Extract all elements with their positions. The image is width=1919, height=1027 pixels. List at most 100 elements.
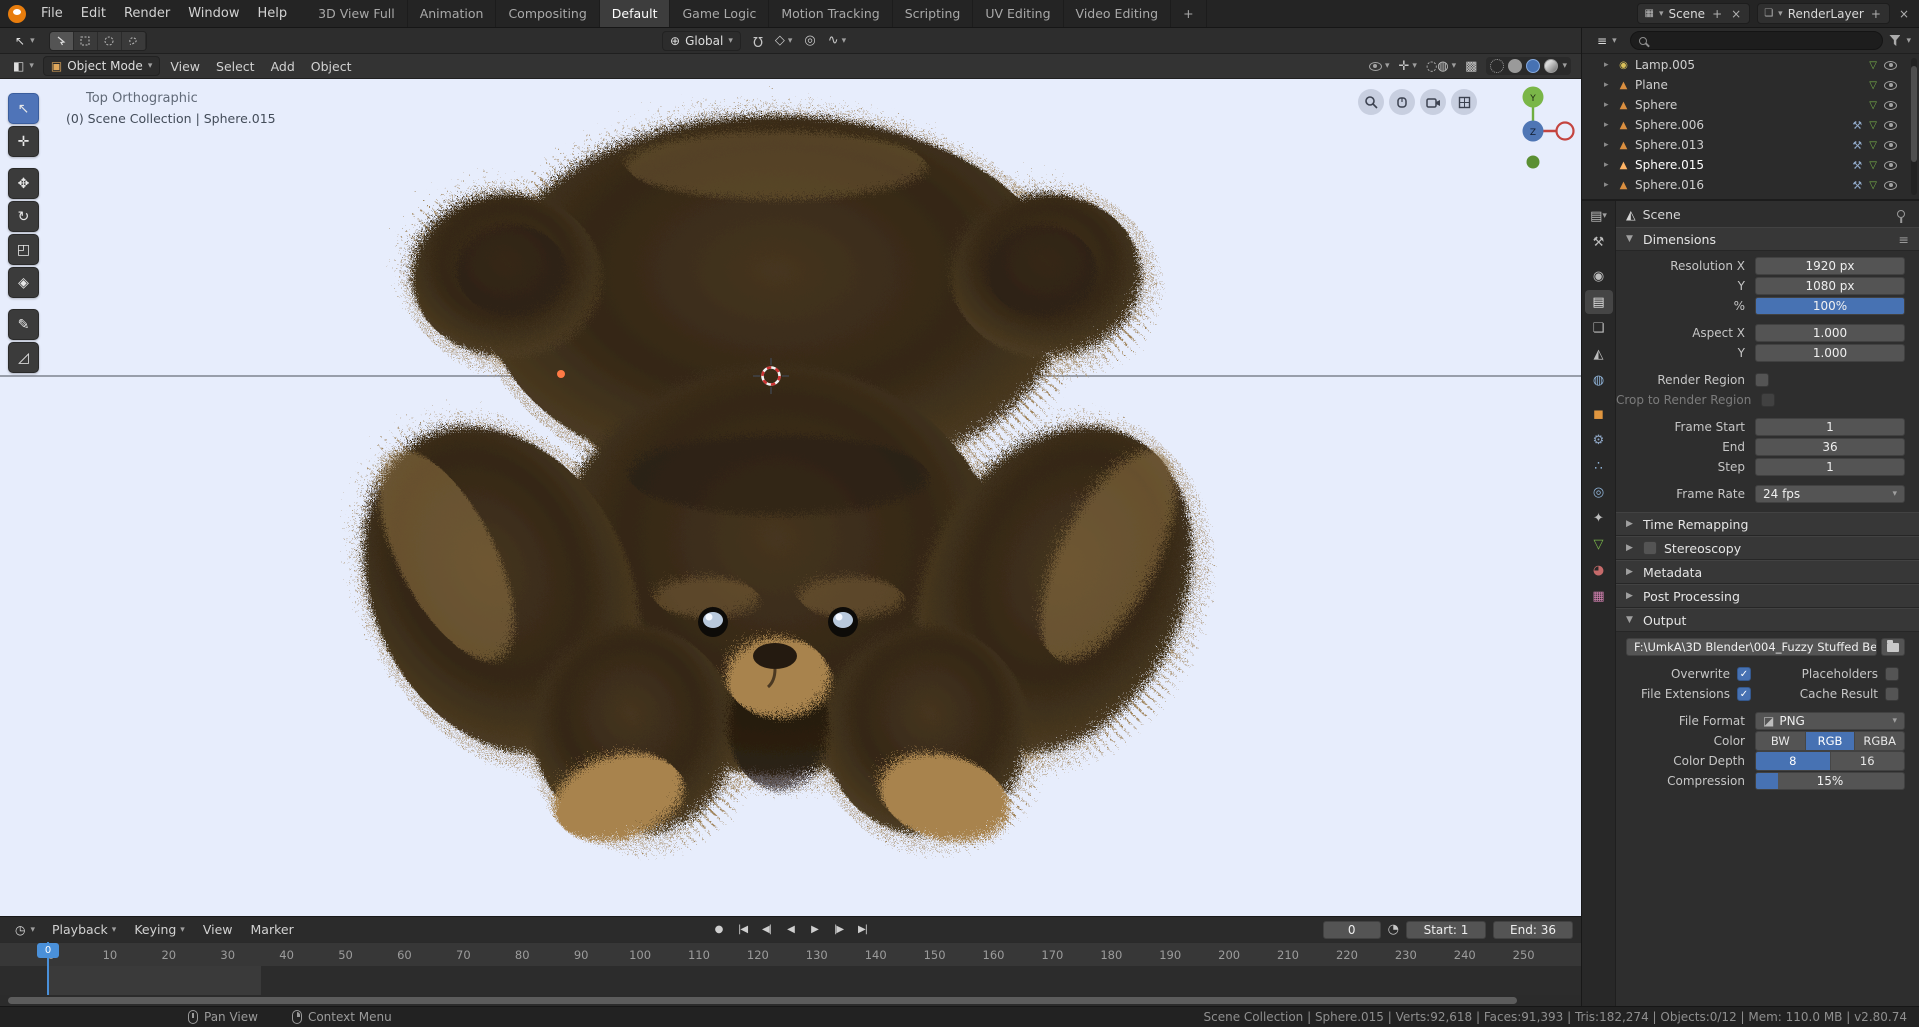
disclosure-icon[interactable]: ▸	[1604, 100, 1612, 110]
stereoscopy-panel-header[interactable]: ▶Stereoscopy	[1616, 536, 1919, 560]
workspace-tab[interactable]: +	[1171, 0, 1206, 27]
playhead-handle[interactable]: 0	[37, 943, 59, 958]
properties-tab[interactable]	[1585, 368, 1613, 392]
color-rgb-button[interactable]: RGB	[1806, 732, 1856, 750]
frame-rate-dropdown[interactable]: 24 fps▾	[1755, 485, 1905, 503]
hide-in-viewport-eye-icon[interactable]	[1884, 161, 1897, 170]
outliner-row[interactable]: ▸ Lamp.005 ⚒ ▽	[1582, 55, 1919, 75]
bear-object[interactable]	[303, 109, 1240, 849]
disclosure-icon[interactable]: ▸	[1604, 180, 1612, 190]
wireframe-shading-button[interactable]	[1490, 59, 1504, 73]
move-tool-button[interactable]: ✥	[8, 168, 39, 199]
properties-tab[interactable]	[1585, 480, 1613, 504]
auto-keying-toggle[interactable]: ◔	[1388, 922, 1399, 937]
properties-tab[interactable]	[1585, 290, 1613, 314]
menu-item[interactable]: Render	[115, 0, 179, 27]
dimensions-panel-header[interactable]: ▼ Dimensions ≡	[1616, 227, 1919, 251]
pan-button[interactable]	[1389, 89, 1415, 115]
editor-type-dropdown[interactable]: ◧ ▾	[6, 56, 41, 76]
pin-icon[interactable]	[1897, 210, 1905, 218]
measure-tool-button[interactable]: ◿	[8, 342, 39, 373]
disclosure-icon[interactable]: ▸	[1604, 160, 1612, 170]
new-scene-button[interactable]: +	[1710, 7, 1724, 21]
object-visibility-dropdown[interactable]: ▾	[1369, 61, 1390, 71]
disclosure-icon[interactable]: ▸	[1604, 60, 1612, 70]
menu-item[interactable]: Help	[249, 0, 297, 27]
outliner-editor-dropdown[interactable]: ≡ ▾	[1590, 31, 1624, 51]
stereoscopy-checkbox[interactable]	[1643, 541, 1657, 555]
object-name[interactable]: Sphere.016	[1635, 178, 1704, 192]
depth-16-button[interactable]: 16	[1831, 752, 1905, 770]
properties-tab[interactable]	[1585, 230, 1613, 254]
viewport-menu-item[interactable]: View	[162, 59, 208, 74]
frame-start-prop-field[interactable]: 1	[1755, 418, 1905, 436]
jump-start-button[interactable]: |◀	[731, 920, 754, 939]
workspace-tab[interactable]: Animation	[408, 0, 497, 27]
timeline-editor-dropdown[interactable]: ◷ ▾	[8, 920, 42, 940]
viewport-menu-item[interactable]: Add	[263, 59, 303, 74]
color-rgba-button[interactable]: RGBA	[1855, 732, 1904, 750]
workspace-tab[interactable]: Game Logic	[670, 0, 769, 27]
solid-shading-button[interactable]	[1508, 59, 1522, 73]
mode-dropdown[interactable]: ▣ Object Mode ▾	[43, 56, 160, 76]
outliner-search-input[interactable]	[1630, 31, 1884, 50]
outliner-row[interactable]: ▸ Sphere.006 ⚒ ▽	[1582, 115, 1919, 135]
workspace-tab[interactable]: Default	[600, 0, 671, 27]
cursor-tool-button[interactable]: ✛	[8, 126, 39, 157]
viewport-canvas[interactable]	[0, 79, 1581, 916]
properties-tab[interactable]	[1585, 428, 1613, 452]
proportional-edit-toggle[interactable]: ◎	[804, 33, 815, 48]
viewport-menu-item[interactable]: Object	[303, 59, 360, 74]
color-bw-button[interactable]: BW	[1756, 732, 1806, 750]
hide-in-viewport-eye-icon[interactable]	[1884, 101, 1897, 110]
jump-end-button[interactable]: ▶|	[851, 920, 874, 939]
properties-tab[interactable]	[1585, 402, 1613, 426]
post-processing-panel-header[interactable]: ▶Post Processing	[1616, 584, 1919, 608]
time-remapping-panel-header[interactable]: ▶Time Remapping	[1616, 512, 1919, 536]
object-name[interactable]: BezierCircle	[1635, 198, 1706, 199]
timeline-scrollbar[interactable]	[0, 995, 1581, 1006]
breadcrumb[interactable]: Scene	[1643, 207, 1681, 222]
output-panel-header[interactable]: ▼Output	[1616, 608, 1919, 632]
outliner-row[interactable]: ▸ Sphere.016 ⚒ ▽	[1582, 175, 1919, 195]
object-name[interactable]: Sphere.015	[1635, 158, 1704, 172]
outliner-row[interactable]: ▸ BezierCircle ⚒ ▽	[1582, 195, 1919, 199]
hide-in-viewport-eye-icon[interactable]	[1884, 61, 1897, 70]
transform-orientation-dropdown[interactable]: ⊕ Global ▾	[662, 31, 741, 51]
aspect-y-field[interactable]: 1.000	[1755, 344, 1905, 362]
compression-slider[interactable]: 15%	[1755, 772, 1905, 790]
menu-item[interactable]: Window	[179, 0, 248, 27]
axis-gizmo[interactable]: Y Z	[1493, 81, 1575, 185]
select-tweak-button[interactable]	[50, 32, 74, 50]
rotate-tool-button[interactable]: ↻	[8, 201, 39, 232]
properties-tab[interactable]	[1585, 584, 1613, 608]
camera-view-button[interactable]	[1420, 89, 1446, 115]
disclosure-icon[interactable]: ▸	[1604, 80, 1612, 90]
outliner-row[interactable]: ▸ Sphere ⚒ ▽	[1582, 95, 1919, 115]
annotate-tool-button[interactable]: ✎	[8, 309, 39, 340]
remove-renderlayer-button[interactable]: ×	[1897, 7, 1911, 21]
cache-result-checkbox[interactable]	[1885, 687, 1899, 701]
disclosure-icon[interactable]: ▸	[1604, 140, 1612, 150]
frame-end-prop-field[interactable]: 36	[1755, 438, 1905, 456]
viewport-3d[interactable]: Top Orthographic (0) Scene Collection | …	[0, 79, 1581, 916]
select-box-tool-button[interactable]: ↖	[8, 93, 39, 124]
properties-tab[interactable]	[1585, 558, 1613, 582]
resolution-x-field[interactable]: 1920 px	[1755, 257, 1905, 275]
gizmos-dropdown[interactable]: ✛▾	[1399, 59, 1417, 74]
menu-item[interactable]: File	[32, 0, 72, 27]
outliner-row[interactable]: ▸ Sphere.015 ⚒ ▽	[1582, 155, 1919, 175]
playback-menu[interactable]: Playback ▾	[44, 922, 124, 937]
timeline-view-menu[interactable]: View	[195, 922, 241, 937]
workspace-tab[interactable]: Video Editing	[1064, 0, 1172, 27]
object-name[interactable]: Sphere	[1635, 98, 1677, 112]
render-region-checkbox[interactable]	[1755, 373, 1769, 387]
snap-target-dropdown[interactable]: ◇▾	[775, 33, 793, 48]
scale-tool-button[interactable]: ◰	[8, 234, 39, 265]
active-tool-dropdown[interactable]: ↖ ▾	[8, 31, 42, 51]
current-frame-field[interactable]: 0	[1323, 921, 1381, 939]
viewport-menu-item[interactable]: Select	[208, 59, 263, 74]
object-name[interactable]: Sphere.013	[1635, 138, 1704, 152]
timeline-tracks[interactable]	[0, 966, 1581, 995]
workspace-tab[interactable]: Compositing	[496, 0, 599, 27]
